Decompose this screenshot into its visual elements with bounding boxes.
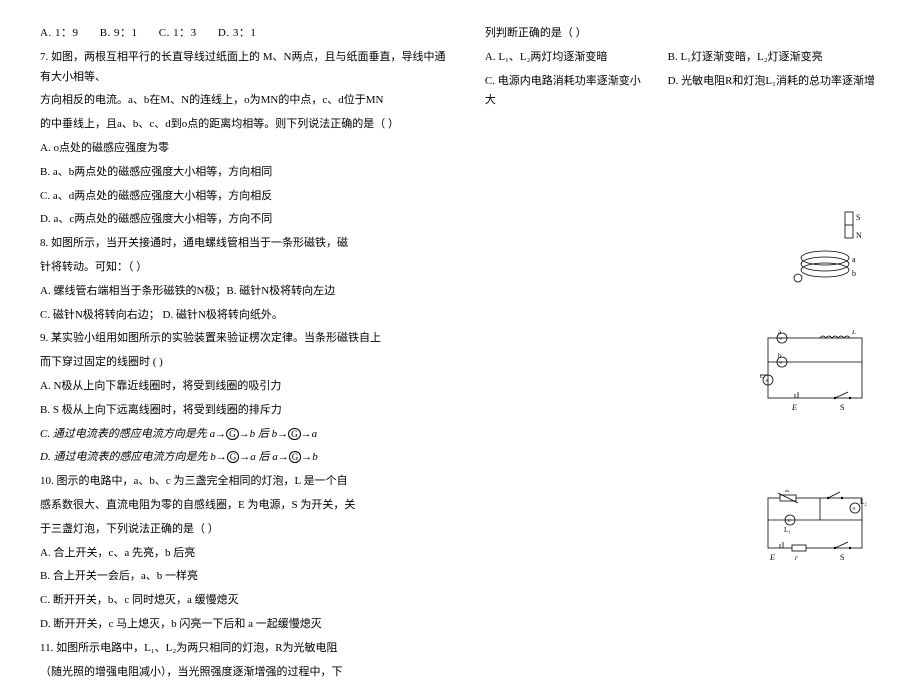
q10-opt-a: A. 合上开关，c、a 先亮，b 后亮 [40,544,455,564]
svg-text:b: b [852,269,856,278]
q7-opt-a: A. o点处的磁感应强度为零 [40,139,455,159]
circled-g-icon: G [227,451,240,463]
r-options-row2: C. 电源内电路消耗功率逐渐变小 D. 光敏电阻R和灯泡L₁消耗的总功率逐渐增大 [485,72,880,112]
q9c-end: →a [301,428,318,440]
q9d-end: →b [301,451,318,463]
circuit-ldr-figure: R × L₂ × L₁ E r S [760,490,870,570]
q7-opt-d: D. a、c两点处的磁感应强度大小相等，方向不同 [40,210,455,230]
q10-line3: 于三盏灯泡，下列说法正确的是（ ） [40,520,455,540]
q9d-mid: →a 后 a→ [239,451,289,463]
circled-g-icon: G [289,451,302,463]
svg-text:N: N [856,231,862,240]
q8-line1: 8. 如图所示，当开关接通时，通电螺线管相当于一条形磁铁，磁 [40,234,455,254]
svg-text:S: S [840,403,844,412]
q6-opt-d: D. 3：1 [218,27,256,39]
q6-opt-c: C. 1：3 [159,27,197,39]
svg-text:L₂: L₂ [860,498,867,506]
q9-opt-d: D. 通过电流表的感应电流方向是先 b→G→a 后 a→G→b [40,448,455,468]
magnet-coil-figure: S N a b [790,210,870,290]
q9-opt-a: A. N极从上向下靠近线圈时，将受到线圈的吸引力 [40,377,455,397]
r-opt-b: B. L₁灯逐渐变暗，L₂灯逐渐变亮 [668,51,823,63]
circuit-inductor-figure: × a L × b × c E S [760,330,870,420]
q7-opt-c: C. a、d两点处的磁感应强度大小相等，方向相反 [40,187,455,207]
q10-line1: 10. 图示的电路中，a、b、c 为三盏完全相同的灯泡，L 是一个自 [40,472,455,492]
svg-text:L: L [851,330,856,336]
svg-text:L₁: L₁ [784,526,791,534]
svg-text:S: S [856,213,860,222]
svg-text:×: × [779,335,783,343]
svg-text:r: r [795,554,798,562]
svg-text:R: R [784,490,790,494]
q7-line2: 方向相反的电流。a、b在M、N的连线上，o为MN的中点，c、d位于MN [40,91,455,111]
svg-text:b: b [778,352,782,360]
q7-opt-b: B. a、b两点处的磁感应强度大小相等，方向相同 [40,163,455,183]
circled-g-icon: G [226,428,239,440]
left-column: A. 1：9 B. 9：1 C. 1：3 D. 3：1 7. 如图，两根互相平行… [40,20,455,630]
svg-text:×: × [779,359,783,367]
r-opt-a: A. L₁、L₂两灯均逐渐变暗 [485,48,665,68]
q7-line3: 的中垂线上，且a、b、c、d到o点的距离均相等。则下列说法正确的是（ ） [40,115,455,135]
svg-text:×: × [852,505,856,513]
q8-opt-ab: A. 螺线管右端相当于条形磁铁的N极；B. 磁针N极将转向左边 [40,282,455,302]
q9c-pre: C. 通过电流表的感应电流方向是先 a→ [40,428,226,440]
q7-line1: 7. 如图，两根互相平行的长直导线过纸面上的 M、N两点，且与纸面垂直，导线中通… [40,48,455,88]
q9-opt-c: C. 通过电流表的感应电流方向是先 a→G→b 后 b→G→a [40,425,455,445]
q11-line2: （随光照的增强电阻减小），当光照强度逐渐增强的过程中，下 [40,663,455,682]
q10-opt-b: B. 合上开关一会后，a、b 一样亮 [40,567,455,587]
svg-text:E: E [769,553,775,562]
svg-text:×: × [787,517,791,525]
r-line1: 列判断正确的是（ ） [485,24,880,44]
q9c-mid: →b 后 b→ [239,428,289,440]
q9-line2: 而下穿过固定的线圈时 ( ) [40,353,455,373]
q6-options: A. 1：9 B. 9：1 C. 1：3 D. 3：1 [40,24,455,44]
q8-line2: 针将转动。可知：（ ） [40,258,455,278]
svg-text:c: c [760,372,763,380]
q11-line1: 11. 如图所示电路中，L₁、L₂为两只相同的灯泡，R为光敏电阻 [40,639,455,659]
q10-line2: 感系数很大、直流电阻为零的自感线圈，E 为电源，S 为开关，关 [40,496,455,516]
svg-text:E: E [791,403,797,412]
circled-g-icon: G [288,428,301,440]
r-opt-c: C. 电源内电路消耗功率逐渐变小 [485,72,665,92]
svg-text:S: S [840,553,844,562]
right-column: 列判断正确的是（ ） A. L₁、L₂两灯均逐渐变暗 B. L₁灯逐渐变暗，L₂… [485,20,880,630]
q9-opt-b: B. S 极从上向下远离线圈时，将受到线圈的排斥力 [40,401,455,421]
svg-text:a: a [852,255,856,264]
q10-opt-d: D. 断开开关，c 马上熄灭，b 闪亮一下后和 a 一起缓慢熄灭 [40,615,455,635]
q8-opt-cd: C. 磁针N极将转向右边； D. 磁针N极将转向纸外。 [40,306,455,326]
q9d-pre: D. 通过电流表的感应电流方向是先 b→ [40,451,227,463]
r-options-row1: A. L₁、L₂两灯均逐渐变暗 B. L₁灯逐渐变暗，L₂灯逐渐变亮 [485,48,880,68]
q9-line1: 9. 某实验小组用如图所示的实验装置来验证楞次定律。当条形磁铁自上 [40,329,455,349]
q6-opt-a: A. 1：9 [40,27,78,39]
q10-opt-c: C. 断开开关，b、c 同时熄灭，a 缓慢熄灭 [40,591,455,611]
q6-opt-b: B. 9：1 [100,27,138,39]
svg-text:×: × [765,377,769,385]
